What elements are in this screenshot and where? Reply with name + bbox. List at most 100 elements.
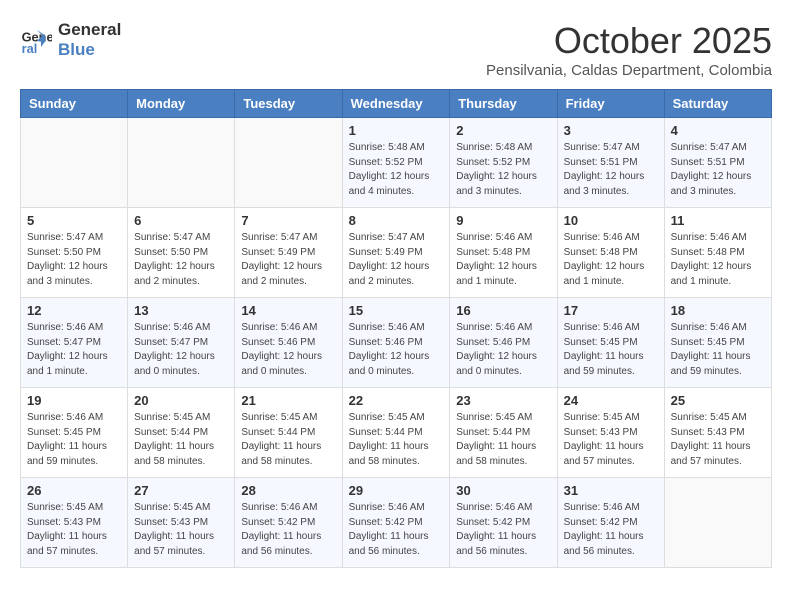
week-row-4: 26 Sunrise: 5:45 AM Sunset: 5:43 PM Dayli… bbox=[21, 478, 772, 568]
day-number: 15 bbox=[349, 303, 444, 318]
calendar-cell: 28Sunrise: 5:46 AM Sunset: 5:42 PM Dayli… bbox=[235, 478, 342, 568]
calendar-body: 1 Sunrise: 5:48 AM Sunset: 5:52 PM Daylig… bbox=[21, 118, 772, 568]
calendar-cell: 18Sunrise: 5:46 AM Sunset: 5:45 PM Dayli… bbox=[664, 298, 771, 388]
location-subtitle: Pensilvania, Caldas Department, Colombia bbox=[486, 62, 772, 79]
calendar-cell: 19 Sunrise: 5:46 AM Sunset: 5:45 PM Dayli… bbox=[21, 388, 128, 478]
day-number: 21 bbox=[241, 393, 335, 408]
day-number: 6 bbox=[134, 213, 228, 228]
calendar-cell: 16Sunrise: 5:46 AM Sunset: 5:46 PM Dayli… bbox=[450, 298, 557, 388]
day-info: Sunrise: 5:45 AM Sunset: 5:44 PM Dayligh… bbox=[241, 411, 335, 469]
header-day-saturday: Saturday bbox=[664, 90, 771, 118]
svg-text:ral: ral bbox=[22, 41, 38, 56]
day-info: Sunrise: 5:47 AM Sunset: 5:49 PM Dayligh… bbox=[241, 231, 335, 289]
header-row: SundayMondayTuesdayWednesdayThursdayFrid… bbox=[21, 90, 772, 118]
calendar-cell: 8 Sunrise: 5:47 AM Sunset: 5:49 PM Daylig… bbox=[342, 208, 450, 298]
day-info: Sunrise: 5:46 AM Sunset: 5:48 PM Dayligh… bbox=[456, 231, 550, 289]
week-row-0: 1 Sunrise: 5:48 AM Sunset: 5:52 PM Daylig… bbox=[21, 118, 772, 208]
calendar-cell bbox=[664, 478, 771, 568]
calendar-cell: 30Sunrise: 5:46 AM Sunset: 5:42 PM Dayli… bbox=[450, 478, 557, 568]
week-row-3: 19 Sunrise: 5:46 AM Sunset: 5:45 PM Dayli… bbox=[21, 388, 772, 478]
day-info: Sunrise: 5:45 AM Sunset: 5:43 PM Dayligh… bbox=[27, 501, 121, 559]
day-number: 25 bbox=[671, 393, 765, 408]
day-number: 10 bbox=[564, 213, 658, 228]
day-number: 22 bbox=[349, 393, 444, 408]
calendar-cell: 14 Sunrise: 5:46 AM Sunset: 5:46 PM Dayli… bbox=[235, 298, 342, 388]
day-info: Sunrise: 5:47 AM Sunset: 5:49 PM Dayligh… bbox=[349, 231, 444, 289]
day-info: Sunrise: 5:47 AM Sunset: 5:50 PM Dayligh… bbox=[134, 231, 228, 289]
logo: Gene ral General Blue bbox=[20, 20, 121, 61]
calendar-cell: 1Sunrise: 5:48 AM Sunset: 5:52 PM Daylig… bbox=[342, 118, 450, 208]
day-info: Sunrise: 5:47 AM Sunset: 5:50 PM Dayligh… bbox=[27, 231, 121, 289]
calendar-cell: 23Sunrise: 5:45 AM Sunset: 5:44 PM Dayli… bbox=[450, 388, 557, 478]
day-info: Sunrise: 5:46 AM Sunset: 5:46 PM Dayligh… bbox=[349, 321, 444, 379]
calendar-cell: 12Sunrise: 5:46 AM Sunset: 5:47 PM Dayli… bbox=[21, 298, 128, 388]
calendar-table: SundayMondayTuesdayWednesdayThursdayFrid… bbox=[20, 89, 772, 568]
day-number: 30 bbox=[456, 483, 550, 498]
logo-line2: Blue bbox=[58, 40, 121, 60]
day-info: Sunrise: 5:46 AM Sunset: 5:47 PM Dayligh… bbox=[134, 321, 228, 379]
day-number: 26 bbox=[27, 483, 121, 498]
calendar-cell bbox=[21, 118, 128, 208]
header-day-monday: Monday bbox=[128, 90, 235, 118]
calendar-cell: 3 Sunrise: 5:47 AM Sunset: 5:51 PM Daylig… bbox=[557, 118, 664, 208]
header-day-thursday: Thursday bbox=[450, 90, 557, 118]
calendar-cell: 15 Sunrise: 5:46 AM Sunset: 5:46 PM Dayli… bbox=[342, 298, 450, 388]
calendar-cell: 11Sunrise: 5:46 AM Sunset: 5:48 PM Dayli… bbox=[664, 208, 771, 298]
day-number: 23 bbox=[456, 393, 550, 408]
calendar-cell: 22 Sunrise: 5:45 AM Sunset: 5:44 PM Dayli… bbox=[342, 388, 450, 478]
calendar-cell: 4 Sunrise: 5:47 AM Sunset: 5:51 PM Daylig… bbox=[664, 118, 771, 208]
calendar-cell: 2Sunrise: 5:48 AM Sunset: 5:52 PM Daylig… bbox=[450, 118, 557, 208]
calendar-cell: 26 Sunrise: 5:45 AM Sunset: 5:43 PM Dayli… bbox=[21, 478, 128, 568]
day-number: 31 bbox=[564, 483, 658, 498]
month-title: October 2025 bbox=[486, 20, 772, 62]
calendar-cell: 29 Sunrise: 5:46 AM Sunset: 5:42 PM Dayli… bbox=[342, 478, 450, 568]
day-info: Sunrise: 5:46 AM Sunset: 5:42 PM Dayligh… bbox=[349, 501, 444, 559]
day-number: 16 bbox=[456, 303, 550, 318]
day-info: Sunrise: 5:45 AM Sunset: 5:44 PM Dayligh… bbox=[349, 411, 444, 469]
calendar-header: SundayMondayTuesdayWednesdayThursdayFrid… bbox=[21, 90, 772, 118]
day-info: Sunrise: 5:47 AM Sunset: 5:51 PM Dayligh… bbox=[564, 141, 658, 199]
day-info: Sunrise: 5:45 AM Sunset: 5:44 PM Dayligh… bbox=[134, 411, 228, 469]
calendar-cell: 7 Sunrise: 5:47 AM Sunset: 5:49 PM Daylig… bbox=[235, 208, 342, 298]
header-day-sunday: Sunday bbox=[21, 90, 128, 118]
day-info: Sunrise: 5:46 AM Sunset: 5:45 PM Dayligh… bbox=[671, 321, 765, 379]
day-info: Sunrise: 5:46 AM Sunset: 5:45 PM Dayligh… bbox=[27, 411, 121, 469]
calendar-cell bbox=[128, 118, 235, 208]
day-number: 27 bbox=[134, 483, 228, 498]
calendar-cell: 27 Sunrise: 5:45 AM Sunset: 5:43 PM Dayli… bbox=[128, 478, 235, 568]
day-number: 12 bbox=[27, 303, 121, 318]
header-day-tuesday: Tuesday bbox=[235, 90, 342, 118]
header-day-friday: Friday bbox=[557, 90, 664, 118]
day-info: Sunrise: 5:45 AM Sunset: 5:43 PM Dayligh… bbox=[134, 501, 228, 559]
day-number: 14 bbox=[241, 303, 335, 318]
day-number: 19 bbox=[27, 393, 121, 408]
day-info: Sunrise: 5:48 AM Sunset: 5:52 PM Dayligh… bbox=[456, 141, 550, 199]
day-number: 3 bbox=[564, 123, 658, 138]
day-number: 8 bbox=[349, 213, 444, 228]
day-number: 1 bbox=[349, 123, 444, 138]
calendar-cell: 21 Sunrise: 5:45 AM Sunset: 5:44 PM Dayli… bbox=[235, 388, 342, 478]
day-info: Sunrise: 5:46 AM Sunset: 5:46 PM Dayligh… bbox=[241, 321, 335, 379]
day-number: 9 bbox=[456, 213, 550, 228]
page-header: Gene ral General Blue October 2025 Pensi… bbox=[20, 20, 772, 79]
logo-line1: General bbox=[58, 20, 121, 40]
day-info: Sunrise: 5:47 AM Sunset: 5:51 PM Dayligh… bbox=[671, 141, 765, 199]
logo-icon: Gene ral bbox=[20, 24, 52, 56]
header-day-wednesday: Wednesday bbox=[342, 90, 450, 118]
week-row-2: 12 Sunrise: 5:46 AM Sunset: 5:47 PM Dayli… bbox=[21, 298, 772, 388]
day-info: Sunrise: 5:46 AM Sunset: 5:42 PM Dayligh… bbox=[564, 501, 658, 559]
day-info: Sunrise: 5:46 AM Sunset: 5:45 PM Dayligh… bbox=[564, 321, 658, 379]
calendar-cell: 6 Sunrise: 5:47 AM Sunset: 5:50 PM Daylig… bbox=[128, 208, 235, 298]
calendar-cell: 17Sunrise: 5:46 AM Sunset: 5:45 PM Dayli… bbox=[557, 298, 664, 388]
calendar-cell: 25 Sunrise: 5:45 AM Sunset: 5:43 PM Dayli… bbox=[664, 388, 771, 478]
calendar-cell bbox=[235, 118, 342, 208]
day-info: Sunrise: 5:45 AM Sunset: 5:43 PM Dayligh… bbox=[671, 411, 765, 469]
day-number: 7 bbox=[241, 213, 335, 228]
day-number: 4 bbox=[671, 123, 765, 138]
calendar-cell: 5Sunrise: 5:47 AM Sunset: 5:50 PM Daylig… bbox=[21, 208, 128, 298]
title-area: October 2025 Pensilvania, Caldas Departm… bbox=[486, 20, 772, 79]
day-number: 29 bbox=[349, 483, 444, 498]
week-row-1: 5Sunrise: 5:47 AM Sunset: 5:50 PM Daylig… bbox=[21, 208, 772, 298]
calendar-cell: 24Sunrise: 5:45 AM Sunset: 5:43 PM Dayli… bbox=[557, 388, 664, 478]
day-info: Sunrise: 5:46 AM Sunset: 5:42 PM Dayligh… bbox=[241, 501, 335, 559]
